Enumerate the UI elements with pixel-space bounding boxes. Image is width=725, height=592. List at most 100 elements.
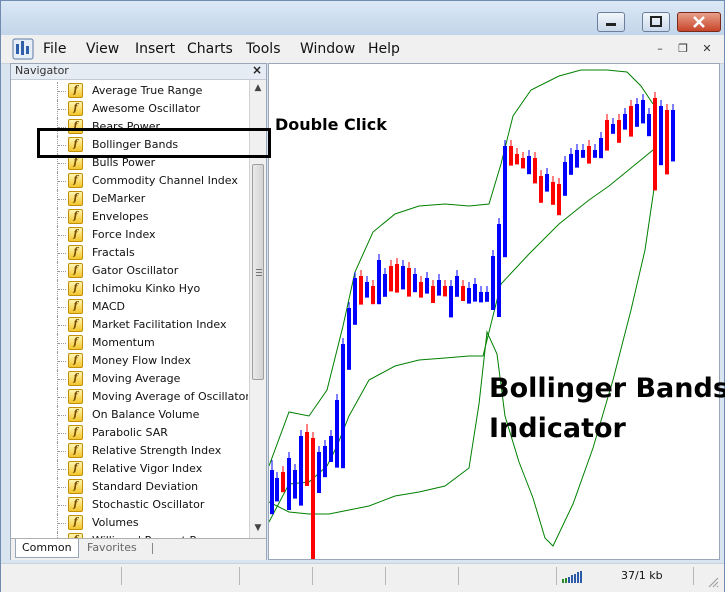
metatrader-app-icon — [12, 38, 34, 60]
maximize-button[interactable] — [642, 12, 670, 32]
candlestick — [647, 108, 651, 137]
candlestick — [353, 272, 357, 325]
navigator-item-on-balance-volume[interactable]: f On Balance Volume — [11, 406, 248, 424]
candlestick — [449, 280, 453, 318]
tab-favorites[interactable]: Favorites — [81, 539, 143, 557]
candlestick — [455, 270, 459, 297]
mdi-restore-icon[interactable]: ❐ — [675, 42, 691, 56]
mdi-close-icon[interactable]: ✕ — [699, 42, 715, 56]
menu-view[interactable]: View — [86, 41, 119, 57]
chart-window[interactable] — [268, 63, 720, 562]
connection-status-icon[interactable] — [562, 570, 586, 583]
candlestick — [275, 472, 279, 502]
navigator-item-momentum[interactable]: f Momentum — [11, 334, 248, 352]
navigator-item-money-flow-index[interactable]: f Money Flow Index — [11, 352, 248, 370]
menu-insert[interactable]: Insert — [135, 41, 175, 57]
navigator-item-label: Ichimoku Kinko Hyo — [92, 282, 201, 295]
candlestick — [335, 394, 339, 468]
title-bar — [1, 1, 724, 35]
custom-indicator-f-icon: f — [68, 515, 83, 530]
minimize-button[interactable] — [597, 12, 625, 32]
navigator-item-market-facilitation-index[interactable]: f Market Facilitation Index — [11, 316, 248, 334]
candlestick — [413, 268, 417, 293]
navigator-item-force-index[interactable]: f Force Index — [11, 226, 248, 244]
navigator-item-awesome-oscillator[interactable]: f Awesome Oscillator — [11, 100, 248, 118]
scroll-thumb[interactable] — [252, 164, 264, 380]
navigator-item-moving-average-of-oscillator[interactable]: f Moving Average of Oscillator — [11, 388, 248, 406]
candlestick — [443, 280, 447, 297]
navigator-item-parabolic-sar[interactable]: f Parabolic SAR — [11, 424, 248, 442]
navigator-title: Navigator — [15, 64, 69, 77]
candlestick — [383, 268, 387, 297]
navigator-item-gator-oscillator[interactable]: f Gator Oscillator — [11, 262, 248, 280]
annotation-title-line2: Indicator — [489, 413, 626, 444]
candlestick — [311, 432, 315, 562]
traffic-status: 37/1 kb — [621, 569, 663, 582]
custom-indicator-f-icon: f — [68, 425, 83, 440]
candlestick — [653, 92, 657, 191]
navigator-item-average-true-range[interactable]: f Average True Range — [11, 82, 248, 100]
double-click-callout: Double Click — [275, 115, 387, 134]
navigator-header: Navigator × — [11, 63, 266, 80]
candlestick — [467, 282, 471, 304]
candlestick — [581, 144, 585, 158]
navigator-item-commodity-channel-index[interactable]: f Commodity Channel Index — [11, 172, 248, 190]
status-bar: 37/1 kb — [1, 563, 724, 592]
custom-indicator-f-icon: f — [68, 263, 83, 278]
navigator-item-label: MACD — [92, 300, 125, 313]
navigator-item-stochastic-oscillator[interactable]: f Stochastic Oscillator — [11, 496, 248, 514]
candlestick — [515, 148, 519, 165]
navigator-item-ichimoku-kinko-hyo[interactable]: f Ichimoku Kinko Hyo — [11, 280, 248, 298]
candlestick — [401, 260, 405, 290]
scroll-up-icon[interactable]: ▲ — [250, 80, 266, 97]
navigator-item-label: On Balance Volume — [92, 408, 200, 421]
navigator-item-label: Moving Average of Oscillator — [92, 390, 248, 403]
menu-help[interactable]: Help — [368, 41, 400, 57]
candlestick — [605, 114, 609, 151]
menu-tools[interactable]: Tools — [246, 41, 281, 57]
custom-indicator-f-icon: f — [68, 353, 83, 368]
custom-indicator-f-icon: f — [68, 317, 83, 332]
menu-charts[interactable]: Charts — [187, 41, 233, 57]
tab-common[interactable]: Common — [15, 539, 79, 558]
candlestick — [509, 140, 513, 166]
custom-indicator-f-icon: f — [68, 461, 83, 476]
resize-grip-icon[interactable] — [707, 576, 719, 588]
highlight-box — [37, 128, 271, 158]
navigator-close-icon[interactable]: × — [252, 63, 262, 77]
price-chart[interactable] — [268, 64, 719, 562]
custom-indicator-f-icon: f — [68, 281, 83, 296]
candlestick — [563, 156, 567, 196]
navigator-item-moving-average[interactable]: f Moving Average — [11, 370, 248, 388]
menu-window[interactable]: Window — [300, 41, 355, 57]
navigator-item-label: Average True Range — [92, 84, 203, 97]
candlestick — [491, 250, 495, 310]
candlestick — [485, 286, 489, 302]
custom-indicator-f-icon: f — [68, 245, 83, 260]
scroll-down-icon[interactable]: ▼ — [250, 520, 266, 537]
custom-indicator-f-icon: f — [68, 299, 83, 314]
navigator-item-relative-strength-index[interactable]: f Relative Strength Index — [11, 442, 248, 460]
candlestick — [359, 270, 363, 305]
navigator-item-relative-vigor-index[interactable]: f Relative Vigor Index — [11, 460, 248, 478]
candlestick — [317, 446, 321, 493]
navigator-item-label: Awesome Oscillator — [92, 102, 201, 115]
candlestick — [569, 148, 573, 175]
menu-file[interactable]: File — [43, 41, 66, 57]
navigator-item-label: Relative Vigor Index — [92, 462, 203, 475]
navigator-item-fractals[interactable]: f Fractals — [11, 244, 248, 262]
navigator-item-envelopes[interactable]: f Envelopes — [11, 208, 248, 226]
mdi-minimize-icon[interactable]: – — [652, 42, 668, 56]
navigator-item-volumes[interactable]: f Volumes — [11, 514, 248, 532]
navigator-item-label: Gator Oscillator — [92, 264, 179, 277]
candlestick — [389, 260, 393, 292]
navigator-item-standard-deviation[interactable]: f Standard Deviation — [11, 478, 248, 496]
candlestick — [425, 272, 429, 294]
custom-indicator-f-icon: f — [68, 389, 83, 404]
navigator-item-demarker[interactable]: f DeMarker — [11, 190, 248, 208]
navigator-item-macd[interactable]: f MACD — [11, 298, 248, 316]
custom-indicator-f-icon: f — [68, 479, 83, 494]
custom-indicator-f-icon: f — [68, 227, 83, 242]
close-button[interactable] — [677, 12, 721, 32]
candlestick — [323, 440, 327, 478]
